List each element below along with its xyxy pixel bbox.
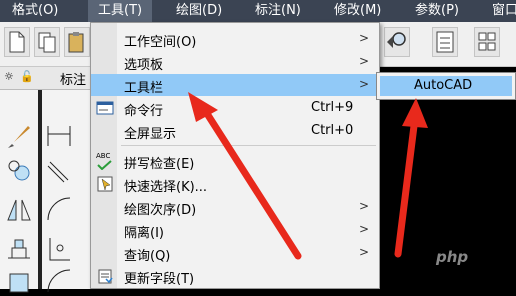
menu-item-palettes[interactable]: 选项板 > bbox=[91, 51, 379, 73]
radius-dimension-icon[interactable] bbox=[44, 266, 74, 296]
draw-toolbar-panel bbox=[0, 90, 90, 293]
menu-item-isolate[interactable]: 隔离(I) > bbox=[91, 219, 379, 241]
zoom-pan-icon[interactable] bbox=[384, 27, 410, 57]
php-watermark: php bbox=[436, 248, 469, 266]
menu-item-draw-order[interactable]: 绘图次序(D) > bbox=[91, 196, 379, 218]
stretch-icon[interactable] bbox=[4, 234, 34, 264]
menu-item-label: 选项板 bbox=[124, 58, 164, 73]
menu-item-spell-check[interactable]: ABC 拼写检查(E) bbox=[91, 150, 379, 172]
update-fields-icon bbox=[98, 269, 113, 284]
arc-dimension-icon[interactable] bbox=[44, 194, 74, 224]
aligned-dimension-icon[interactable] bbox=[44, 156, 74, 186]
menu-bar: 格式(O) 工具(T) 绘图(D) 标注(N) 修改(M) 参数(P) 窗口 bbox=[0, 0, 516, 22]
submenu-item-label: AutoCAD bbox=[414, 78, 473, 93]
menu-draw[interactable]: 绘图(D) bbox=[166, 0, 232, 22]
lock-icon[interactable]: 🔓 bbox=[20, 70, 34, 83]
menu-item-update-fields[interactable]: 更新字段(T) bbox=[91, 265, 379, 287]
properties-icon[interactable] bbox=[432, 27, 458, 57]
menu-item-clean-screen[interactable]: 全屏显示 Ctrl+0 bbox=[91, 120, 379, 142]
linear-dimension-icon[interactable] bbox=[44, 120, 74, 150]
new-file-icon[interactable] bbox=[4, 27, 30, 57]
design-center-icon[interactable] bbox=[474, 27, 500, 57]
menu-item-inquiry[interactable]: 查询(Q) > bbox=[91, 242, 379, 264]
menu-item-label: 命令行 bbox=[124, 104, 164, 119]
layer-toolbar: ☼ 🔓 标注 bbox=[0, 67, 90, 90]
menu-format[interactable]: 格式(O) bbox=[2, 0, 68, 22]
menu-item-label: 查询(Q) bbox=[124, 249, 171, 264]
menu-item-label: 快速选择(K)... bbox=[124, 180, 208, 195]
ordinate-dimension-icon[interactable] bbox=[44, 234, 74, 264]
shortcut-label: Ctrl+9 bbox=[311, 100, 354, 115]
command-line-icon bbox=[96, 101, 114, 115]
panel-divider bbox=[38, 90, 42, 289]
menu-item-label: 绘图次序(D) bbox=[124, 203, 197, 218]
chevron-right-icon: > bbox=[359, 54, 370, 68]
brush-icon[interactable] bbox=[4, 120, 34, 150]
menu-separator bbox=[121, 145, 376, 146]
dimension-toolbar-label: 标注 bbox=[60, 73, 87, 88]
rectangle-tool-icon[interactable] bbox=[4, 266, 34, 296]
menu-item-toolbars[interactable]: 工具栏 > bbox=[91, 74, 379, 96]
circle-tool-icon[interactable] bbox=[4, 156, 34, 186]
tools-menu-dropdown: 工作空间(O) > 选项板 > 工具栏 > 命令行 Ctrl+9 全屏显示 Ct… bbox=[90, 22, 380, 289]
chevron-right-icon: > bbox=[359, 245, 370, 259]
layer-color-icon[interactable] bbox=[36, 70, 46, 80]
chevron-right-icon: > bbox=[359, 31, 370, 45]
chevron-right-icon: > bbox=[359, 222, 370, 236]
menu-tools[interactable]: 工具(T) bbox=[88, 0, 153, 22]
menu-item-quick-select[interactable]: 快速选择(K)... bbox=[91, 173, 379, 195]
menu-item-label: 拼写检查(E) bbox=[124, 157, 195, 172]
toolbars-submenu: AutoCAD bbox=[376, 72, 516, 100]
spell-check-icon-text: ABC bbox=[96, 152, 111, 160]
menu-dimension[interactable]: 标注(N) bbox=[245, 0, 311, 22]
chevron-right-icon: > bbox=[359, 77, 370, 91]
menu-item-command-line[interactable]: 命令行 Ctrl+9 bbox=[91, 97, 379, 119]
spell-check-icon: ABC bbox=[96, 152, 114, 170]
menu-item-label: 更新字段(T) bbox=[124, 272, 195, 287]
paste-icon[interactable] bbox=[64, 27, 90, 57]
menu-item-workspaces[interactable]: 工作空间(O) > bbox=[91, 28, 379, 50]
sun-icon[interactable]: ☼ bbox=[4, 70, 14, 83]
quick-select-icon bbox=[97, 176, 113, 192]
menu-item-label: 工具栏 bbox=[124, 81, 164, 96]
menu-modify[interactable]: 修改(M) bbox=[324, 0, 391, 22]
menu-parameters[interactable]: 参数(P) bbox=[405, 0, 469, 22]
mirror-icon[interactable] bbox=[4, 194, 34, 224]
shortcut-label: Ctrl+0 bbox=[311, 123, 354, 138]
submenu-item-autocad[interactable]: AutoCAD bbox=[380, 76, 512, 96]
menu-item-label: 隔离(I) bbox=[124, 226, 164, 241]
chevron-right-icon: > bbox=[359, 199, 370, 213]
menu-window[interactable]: 窗口 bbox=[482, 0, 516, 22]
menu-item-label: 工作空间(O) bbox=[124, 35, 197, 50]
menu-item-label: 全屏显示 bbox=[124, 127, 177, 142]
copy-file-icon[interactable] bbox=[34, 27, 60, 57]
